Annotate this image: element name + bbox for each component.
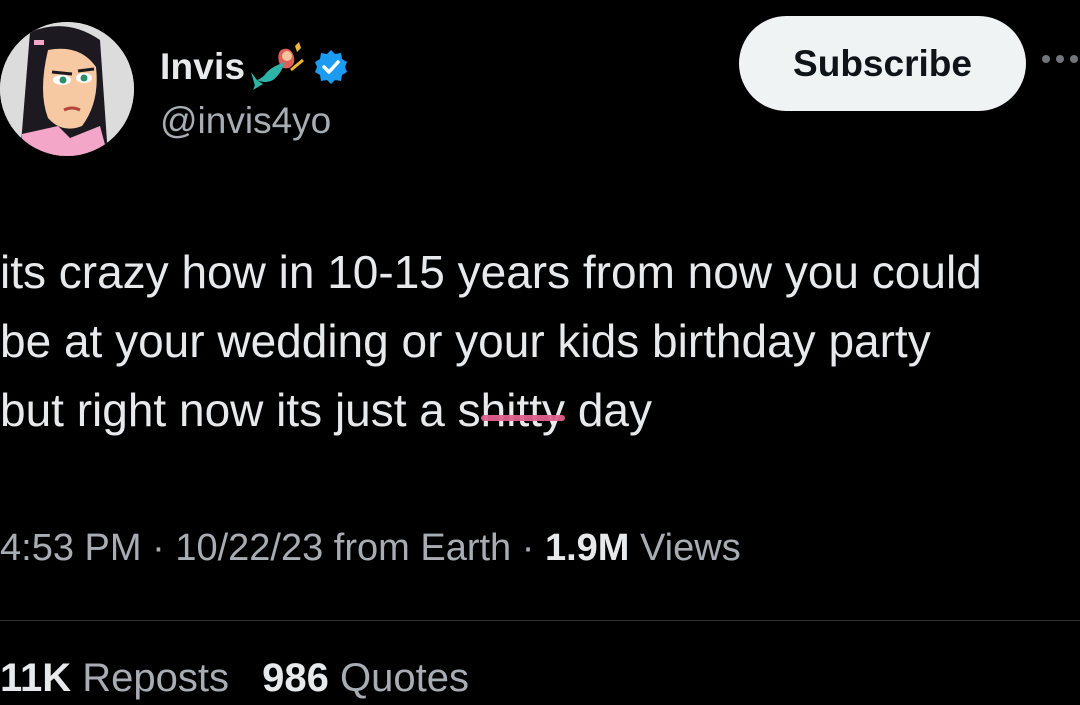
tweet-line-3-before: but right now its just a s: [0, 384, 481, 436]
tweet-line-3: but right now its just a shitty day: [0, 376, 1080, 445]
reposts-label: Reposts: [82, 656, 230, 700]
more-dot: [1056, 55, 1064, 63]
quotes-stat[interactable]: 986 Quotes: [262, 656, 469, 700]
quotes-label: Quotes: [340, 656, 470, 700]
subscribe-button[interactable]: Subscribe: [739, 16, 1026, 111]
tweet-meta: 4:53 PM · 10/22/23 from Earth · 1.9M Vie…: [0, 527, 741, 570]
views-count: 1.9M: [544, 527, 630, 569]
author-display-name[interactable]: Invis: [160, 46, 245, 88]
mermaid-icon: [251, 42, 309, 92]
avatar[interactable]: [0, 22, 134, 156]
quotes-count: 986: [262, 656, 329, 700]
tweet-time[interactable]: 4:53 PM: [0, 527, 142, 569]
views-label: Views: [629, 527, 741, 569]
tweet-date[interactable]: 10/22/23: [175, 527, 323, 569]
divider: [0, 620, 1080, 621]
author-handle[interactable]: @invis4yo: [160, 100, 331, 142]
tweet-stats: 11K Reposts 986 Quotes: [0, 656, 491, 701]
reposts-stat[interactable]: 11K Reposts: [0, 656, 229, 700]
more-dot: [1042, 55, 1050, 63]
avatar-image: [0, 22, 134, 156]
censored-word: hitty: [480, 376, 566, 445]
tweet-line-3-after: day: [565, 384, 652, 436]
tweet-line-2: be at your wedding or your kids birthday…: [0, 315, 931, 367]
tweet-line-1: its crazy how in 10-15 years from now yo…: [0, 246, 982, 298]
tweet-text: its crazy how in 10-15 years from now yo…: [0, 238, 1080, 445]
meta-separator: ·: [511, 527, 545, 569]
more-icon[interactable]: [1042, 55, 1080, 69]
meta-separator: ·: [141, 527, 176, 569]
reposts-count: 11K: [0, 656, 72, 700]
verified-icon: [313, 49, 349, 85]
author-name-row: Invis: [160, 40, 349, 94]
more-dot: [1070, 55, 1078, 63]
tweet-source: from Earth: [323, 527, 512, 569]
